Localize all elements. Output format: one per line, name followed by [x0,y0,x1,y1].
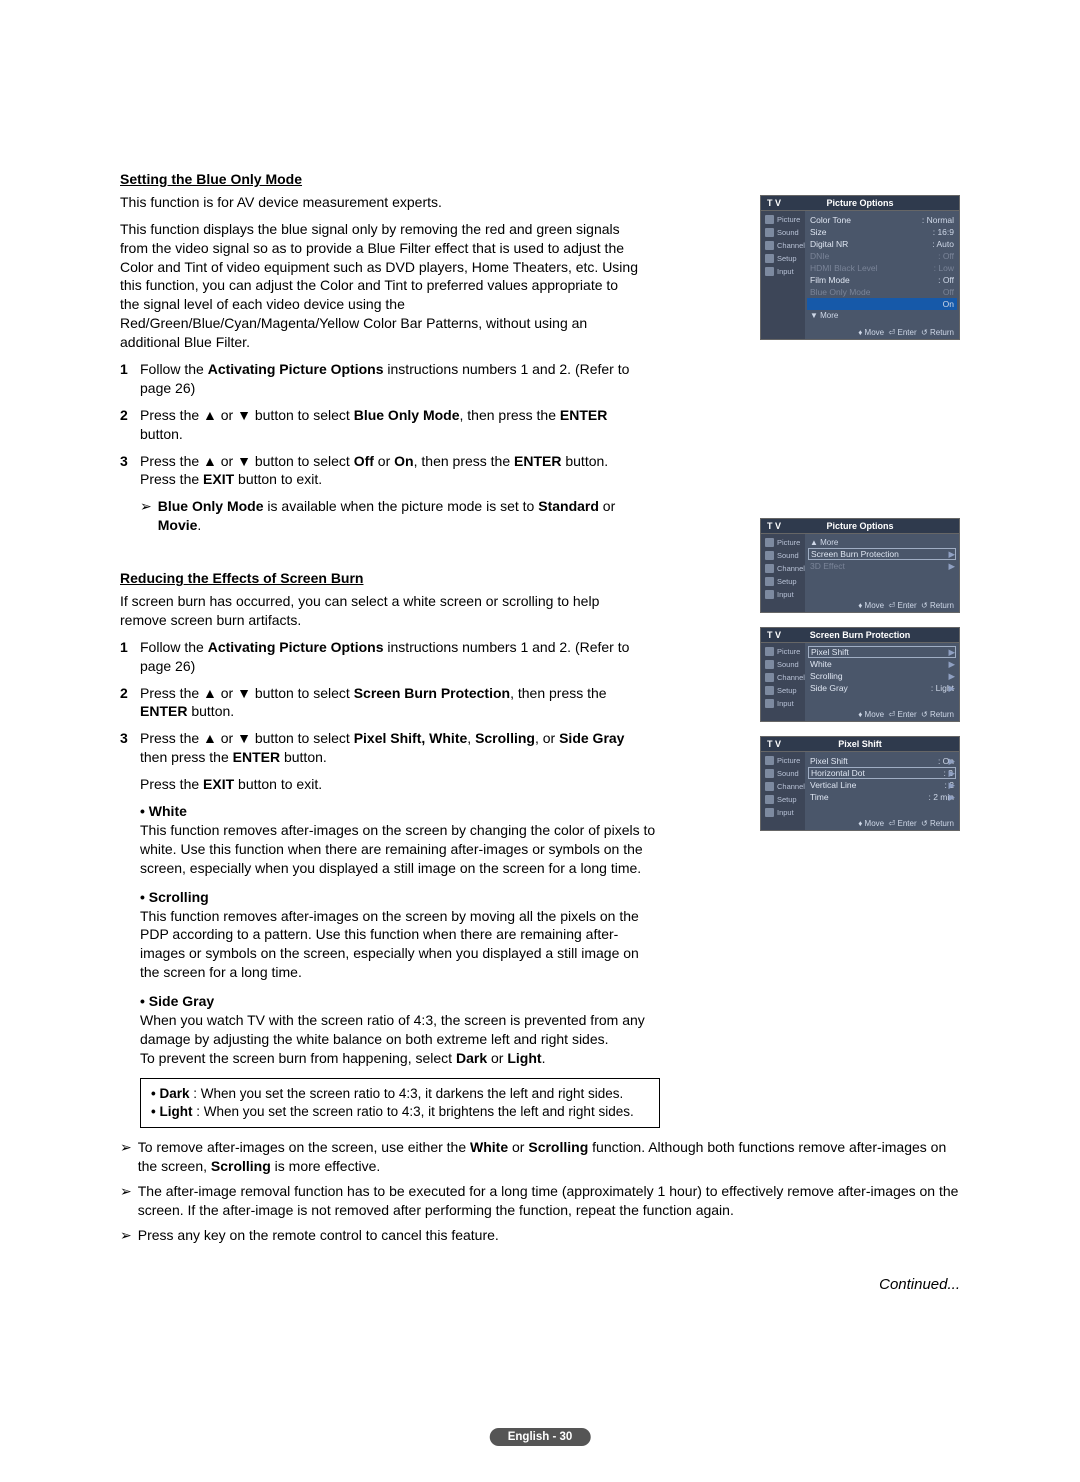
bullet-white: • White This function removes after-imag… [140,802,660,878]
arrow-right-icon: ▶ [948,549,955,560]
arrow-right-icon: ▶ [948,561,955,572]
sound-icon [765,228,774,237]
input-icon [765,590,774,599]
sound-icon [765,660,774,669]
section2-step1: 1 Follow the Activating Picture Options … [120,638,640,676]
picture-icon [765,647,774,656]
page-footer: English - 30 [490,1428,591,1446]
section1-intro2: This function displays the blue signal o… [120,220,640,352]
arrow-right-icon: ▶ [948,647,955,658]
channel-icon [765,241,774,250]
input-icon [765,699,774,708]
arrow-right-icon: ▶ [948,780,955,791]
arrow-right-icon: ▶ [948,659,955,670]
section1-step3: 3 Press the ▲ or ▼ button to select Off … [120,452,640,490]
osd-footer: ♦ Move ⏎ Enter ↺ Return [858,328,954,337]
osd-side-nav: Picture Sound Channel Setup Input [761,211,805,339]
arrow-right-icon: ▶ [948,756,955,767]
picture-icon [765,215,774,224]
bullet-sidegray: • Side Gray When you watch TV with the s… [140,992,660,1068]
arrow-right-icon: ▶ [948,768,955,779]
section2-step2: 2 Press the ▲ or ▼ button to select Scre… [120,684,640,722]
osd-picture-options-1: T V Picture Options Picture Sound Channe… [760,195,960,340]
osd-picture-options-2: T V Picture Options Picture Sound Channe… [760,518,960,613]
setup-icon [765,686,774,695]
section1-title: Setting the Blue Only Mode [120,170,960,189]
section1-step1: 1 Follow the Activating Picture Options … [120,360,640,398]
tail-note-1: ➢ To remove after-images on the screen, … [120,1138,960,1176]
sound-icon [765,551,774,560]
sound-icon [765,769,774,778]
setup-icon [765,795,774,804]
osd-highlight-on: On [807,298,957,310]
tail-note-3: ➢ Press any key on the remote control to… [120,1226,960,1245]
input-icon [765,267,774,276]
section2-step3: 3 Press the ▲ or ▼ button to select Pixe… [120,729,640,767]
setup-icon [765,254,774,263]
section2-intro: If screen burn has occurred, you can sel… [120,592,640,630]
picture-icon [765,756,774,765]
bullet-scrolling: • Scrolling This function removes after-… [140,888,660,982]
tail-note-2: ➢ The after-image removal function has t… [120,1182,960,1220]
dark-light-box: • Dark : When you set the screen ratio t… [140,1078,660,1128]
arrow-right-icon: ▶ [948,792,955,803]
osd-screen-burn-protection: T V Screen Burn Protection Picture Sound… [760,627,960,722]
channel-icon [765,782,774,791]
osd-column: T V Picture Options Picture Sound Channe… [760,195,960,845]
section1-note: ➢ Blue Only Mode is available when the p… [140,497,640,535]
osd-pixel-shift: T V Pixel Shift Picture Sound Channel Se… [760,736,960,831]
channel-icon [765,564,774,573]
channel-icon [765,673,774,682]
section1-intro1: This function is for AV device measureme… [120,193,640,212]
setup-icon [765,577,774,586]
arrow-right-icon: ▶ [948,683,955,694]
arrow-right-icon: ▶ [948,671,955,682]
continued-label: Continued... [120,1275,960,1295]
section1-step2: 2 Press the ▲ or ▼ button to select Blue… [120,406,640,444]
picture-icon [765,538,774,547]
input-icon [765,808,774,817]
